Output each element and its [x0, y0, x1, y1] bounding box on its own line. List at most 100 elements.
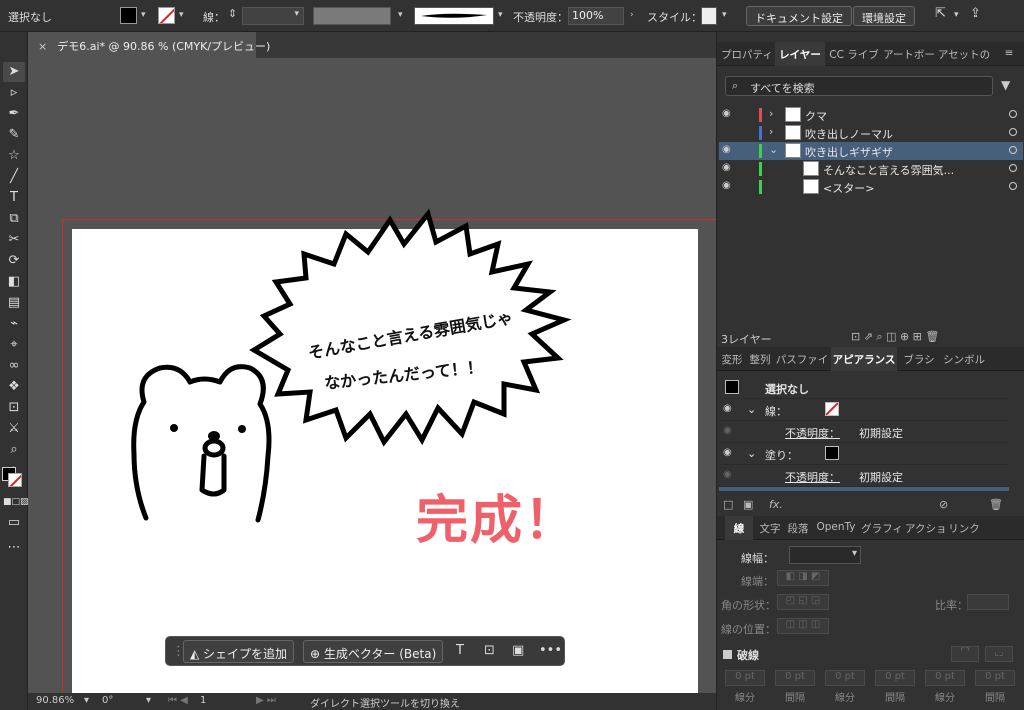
layer-row[interactable]: ◉ › クマ	[719, 106, 1023, 124]
variable-width-profile[interactable]	[313, 7, 391, 25]
zoom-tool-icon[interactable]: ⌕	[3, 440, 25, 460]
blend-tool-icon[interactable]: ∞	[3, 356, 25, 376]
symbol-sprayer-icon[interactable]: ❖	[3, 377, 25, 397]
layers-search[interactable]: ⌕ すべてを検索	[725, 76, 993, 96]
selected-appearance-row[interactable]	[719, 487, 1009, 491]
layer-row[interactable]: › 吹き出しノーマル	[719, 124, 1023, 142]
zoom-level[interactable]: 90.86%	[36, 695, 74, 706]
layer-name[interactable]: そんなこと言える雰囲気...	[823, 162, 954, 178]
arrange-icon[interactable]: ⇱	[935, 6, 946, 21]
chevron-down-icon[interactable]: ▾	[954, 10, 959, 20]
pen-tool-icon[interactable]: ✒	[3, 104, 25, 124]
delete-icon[interactable]: 🗑	[989, 498, 1003, 511]
opacity-field[interactable]: 100%	[568, 7, 624, 25]
image-icon[interactable]: ▣	[512, 643, 524, 658]
artboard-icon[interactable]: ⊡	[484, 643, 495, 658]
eye-icon[interactable]: ◉	[722, 162, 731, 173]
dash-input[interactable]: 0 pt	[875, 670, 915, 686]
layer-row[interactable]: ◉ ⌄ 吹き出しギザギザ	[719, 142, 1023, 160]
panel-menu-icon[interactable]: ≡	[999, 42, 1019, 66]
rotate-tool-icon[interactable]: ⟳	[3, 251, 25, 271]
generate-vector-button[interactable]: ⊕ 生成ベクター (Beta)	[303, 640, 444, 663]
rotation-angle[interactable]: 0°	[102, 695, 113, 706]
tab-symbols[interactable]: シンボル	[941, 347, 987, 371]
chevron-down-icon[interactable]: ⌄	[769, 143, 778, 156]
layer-name[interactable]: クマ	[805, 108, 827, 124]
chevron-down-icon[interactable]: ▾	[722, 10, 727, 20]
eye-icon[interactable]: ◉	[723, 469, 732, 480]
tab-character[interactable]: 文字	[757, 516, 783, 540]
close-icon[interactable]: ×	[38, 40, 47, 53]
chevron-down-icon[interactable]: ▾	[179, 10, 184, 20]
eye-icon[interactable]: ◉	[722, 108, 731, 119]
dash-input[interactable]: 0 pt	[725, 670, 765, 686]
filter-icon[interactable]: ▼	[1001, 78, 1010, 92]
first-artboard-icon[interactable]: ⏮ ◀	[168, 695, 188, 706]
layer-row[interactable]: ◉ そんなこと言える雰囲気...	[719, 160, 1023, 178]
appearance-opacity-row[interactable]: ◉ 不透明度： 初期設定	[719, 421, 1009, 443]
tab-stroke[interactable]: 線	[725, 516, 753, 540]
graphic-style-swatch[interactable]	[701, 7, 717, 25]
corner-buttons[interactable]: ◰ ◱ ◲	[777, 594, 829, 610]
slice-tool-icon[interactable]: ⚔	[3, 419, 25, 439]
chevron-right-icon[interactable]: ›	[769, 125, 773, 138]
chevron-down-icon[interactable]: ⌄	[747, 403, 756, 416]
tab-actions[interactable]: アクショ	[905, 516, 945, 540]
dash-input[interactable]: 0 pt	[975, 670, 1015, 686]
tab-cc-libraries[interactable]: CC ライブ	[827, 42, 881, 66]
dash-checkbox[interactable]	[723, 650, 732, 659]
layer-action-icons[interactable]: ⊡ ⇗ ⌕ ◫ ⊕ ⊞ 🗑	[851, 330, 939, 344]
fill-black-swatch[interactable]	[825, 446, 839, 460]
gradient-tool-icon[interactable]: ▤	[3, 293, 25, 313]
layer-name[interactable]: 吹き出しギザギザ	[805, 144, 893, 160]
stroke-swatch[interactable]	[158, 7, 175, 24]
appearance-opacity-row-2[interactable]: ◉ 不透明度： 初期設定	[719, 465, 1009, 487]
tab-asset-export[interactable]: アセットの	[937, 42, 991, 66]
layer-row[interactable]: ◉ <スター>	[719, 178, 1023, 196]
chevron-down-icon[interactable]: ▾	[498, 10, 503, 20]
direct-selection-tool-icon[interactable]: ▹	[3, 83, 25, 103]
fx-icon[interactable]: fx.	[769, 498, 783, 511]
stroke-none-swatch[interactable]	[825, 402, 839, 416]
eye-icon[interactable]: ◉	[723, 425, 732, 436]
stroke-weight-input[interactable]: ▾	[789, 546, 861, 564]
type-tool-icon[interactable]: T	[3, 188, 25, 208]
target-icon[interactable]	[1009, 146, 1017, 154]
chevron-right-icon[interactable]: ›	[769, 107, 773, 120]
appearance-stroke-row[interactable]: ◉ ⌄ 線：	[719, 399, 1009, 421]
tab-links[interactable]: リンク	[947, 516, 981, 540]
tab-brushes[interactable]: ブラシ	[899, 347, 939, 371]
selection-tool-icon[interactable]: ➤	[3, 62, 25, 82]
document-tab[interactable]: × デモ6.ai* @ 90.86 % (CMYK/プレビュー)	[28, 32, 270, 58]
tab-appearance[interactable]: アピアランス	[831, 347, 897, 371]
stroke-weight-field[interactable]: ▾	[242, 7, 304, 25]
tab-pathfinder[interactable]: パスファイ	[775, 347, 829, 371]
eye-icon[interactable]: ◉	[722, 144, 731, 155]
appearance-fill-row[interactable]: ◉ ⌄ 塗り：	[719, 443, 1009, 465]
more-tools-icon[interactable]: ⋯	[3, 538, 25, 558]
dash-input[interactable]: 0 pt	[775, 670, 815, 686]
dash-align-corners[interactable]: ⌜⌝	[951, 646, 979, 662]
canvas[interactable]: そんなこと言える雰囲気じゃ なかったんだって！！ 完成！	[28, 58, 716, 693]
align-buttons[interactable]: ◫ ◫ ◫	[777, 618, 829, 634]
chevron-down-icon[interactable]: ▾	[84, 695, 89, 706]
add-stroke-icon[interactable]: □	[723, 498, 733, 511]
scissors-tool-icon[interactable]: ✂	[3, 230, 25, 250]
more-icon[interactable]: •••	[539, 643, 562, 658]
opacity-link[interactable]: 不透明度：	[785, 425, 840, 441]
tab-transform[interactable]: 変形	[719, 347, 745, 371]
layer-name[interactable]: <スター>	[823, 180, 874, 196]
star-tool-icon[interactable]: ☆	[3, 146, 25, 166]
chevron-down-icon[interactable]: ▾	[146, 695, 151, 706]
target-icon[interactable]	[1009, 110, 1017, 118]
chevron-right-icon[interactable]: ›	[630, 10, 634, 20]
stepper-icon[interactable]: ⇕	[228, 7, 237, 20]
complete-heading[interactable]: 完成！	[416, 478, 578, 553]
tab-layers[interactable]: レイヤー	[775, 42, 825, 66]
add-fill-icon[interactable]: ▣	[743, 498, 753, 511]
scale-tool-icon[interactable]: ⧉	[3, 209, 25, 229]
shape-builder-icon[interactable]: ◧	[3, 272, 25, 292]
eye-icon[interactable]: ◉	[723, 447, 732, 458]
brush-definition[interactable]	[414, 7, 494, 25]
dash-input[interactable]: 0 pt	[925, 670, 965, 686]
